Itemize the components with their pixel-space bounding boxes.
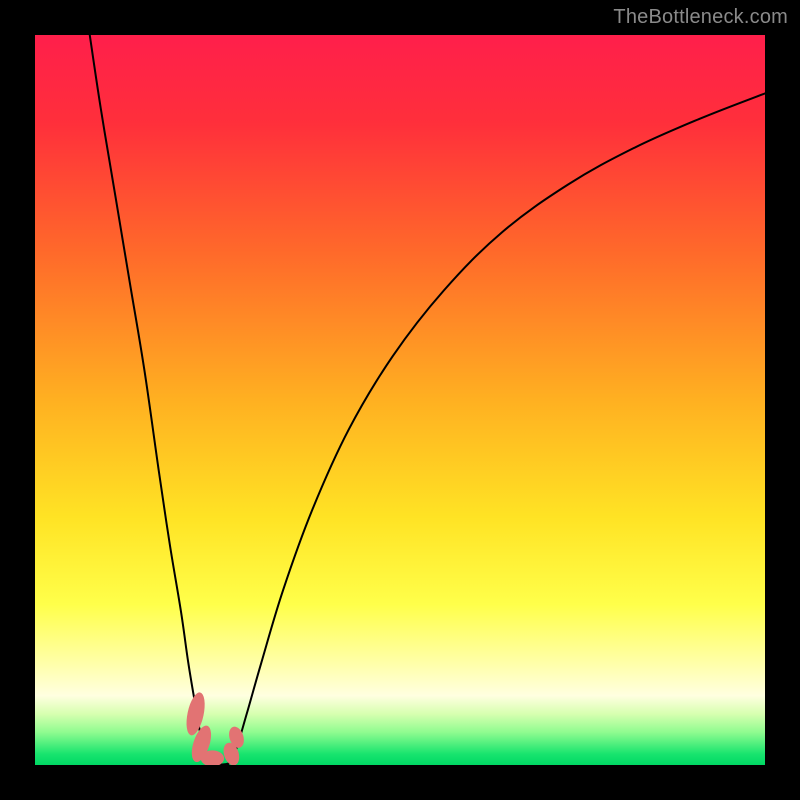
bottleneck-curve [90,35,765,765]
plot-area [35,35,765,765]
chart-frame: TheBottleneck.com [0,0,800,800]
curves-layer [35,35,765,765]
watermark-text: TheBottleneck.com [613,6,788,29]
